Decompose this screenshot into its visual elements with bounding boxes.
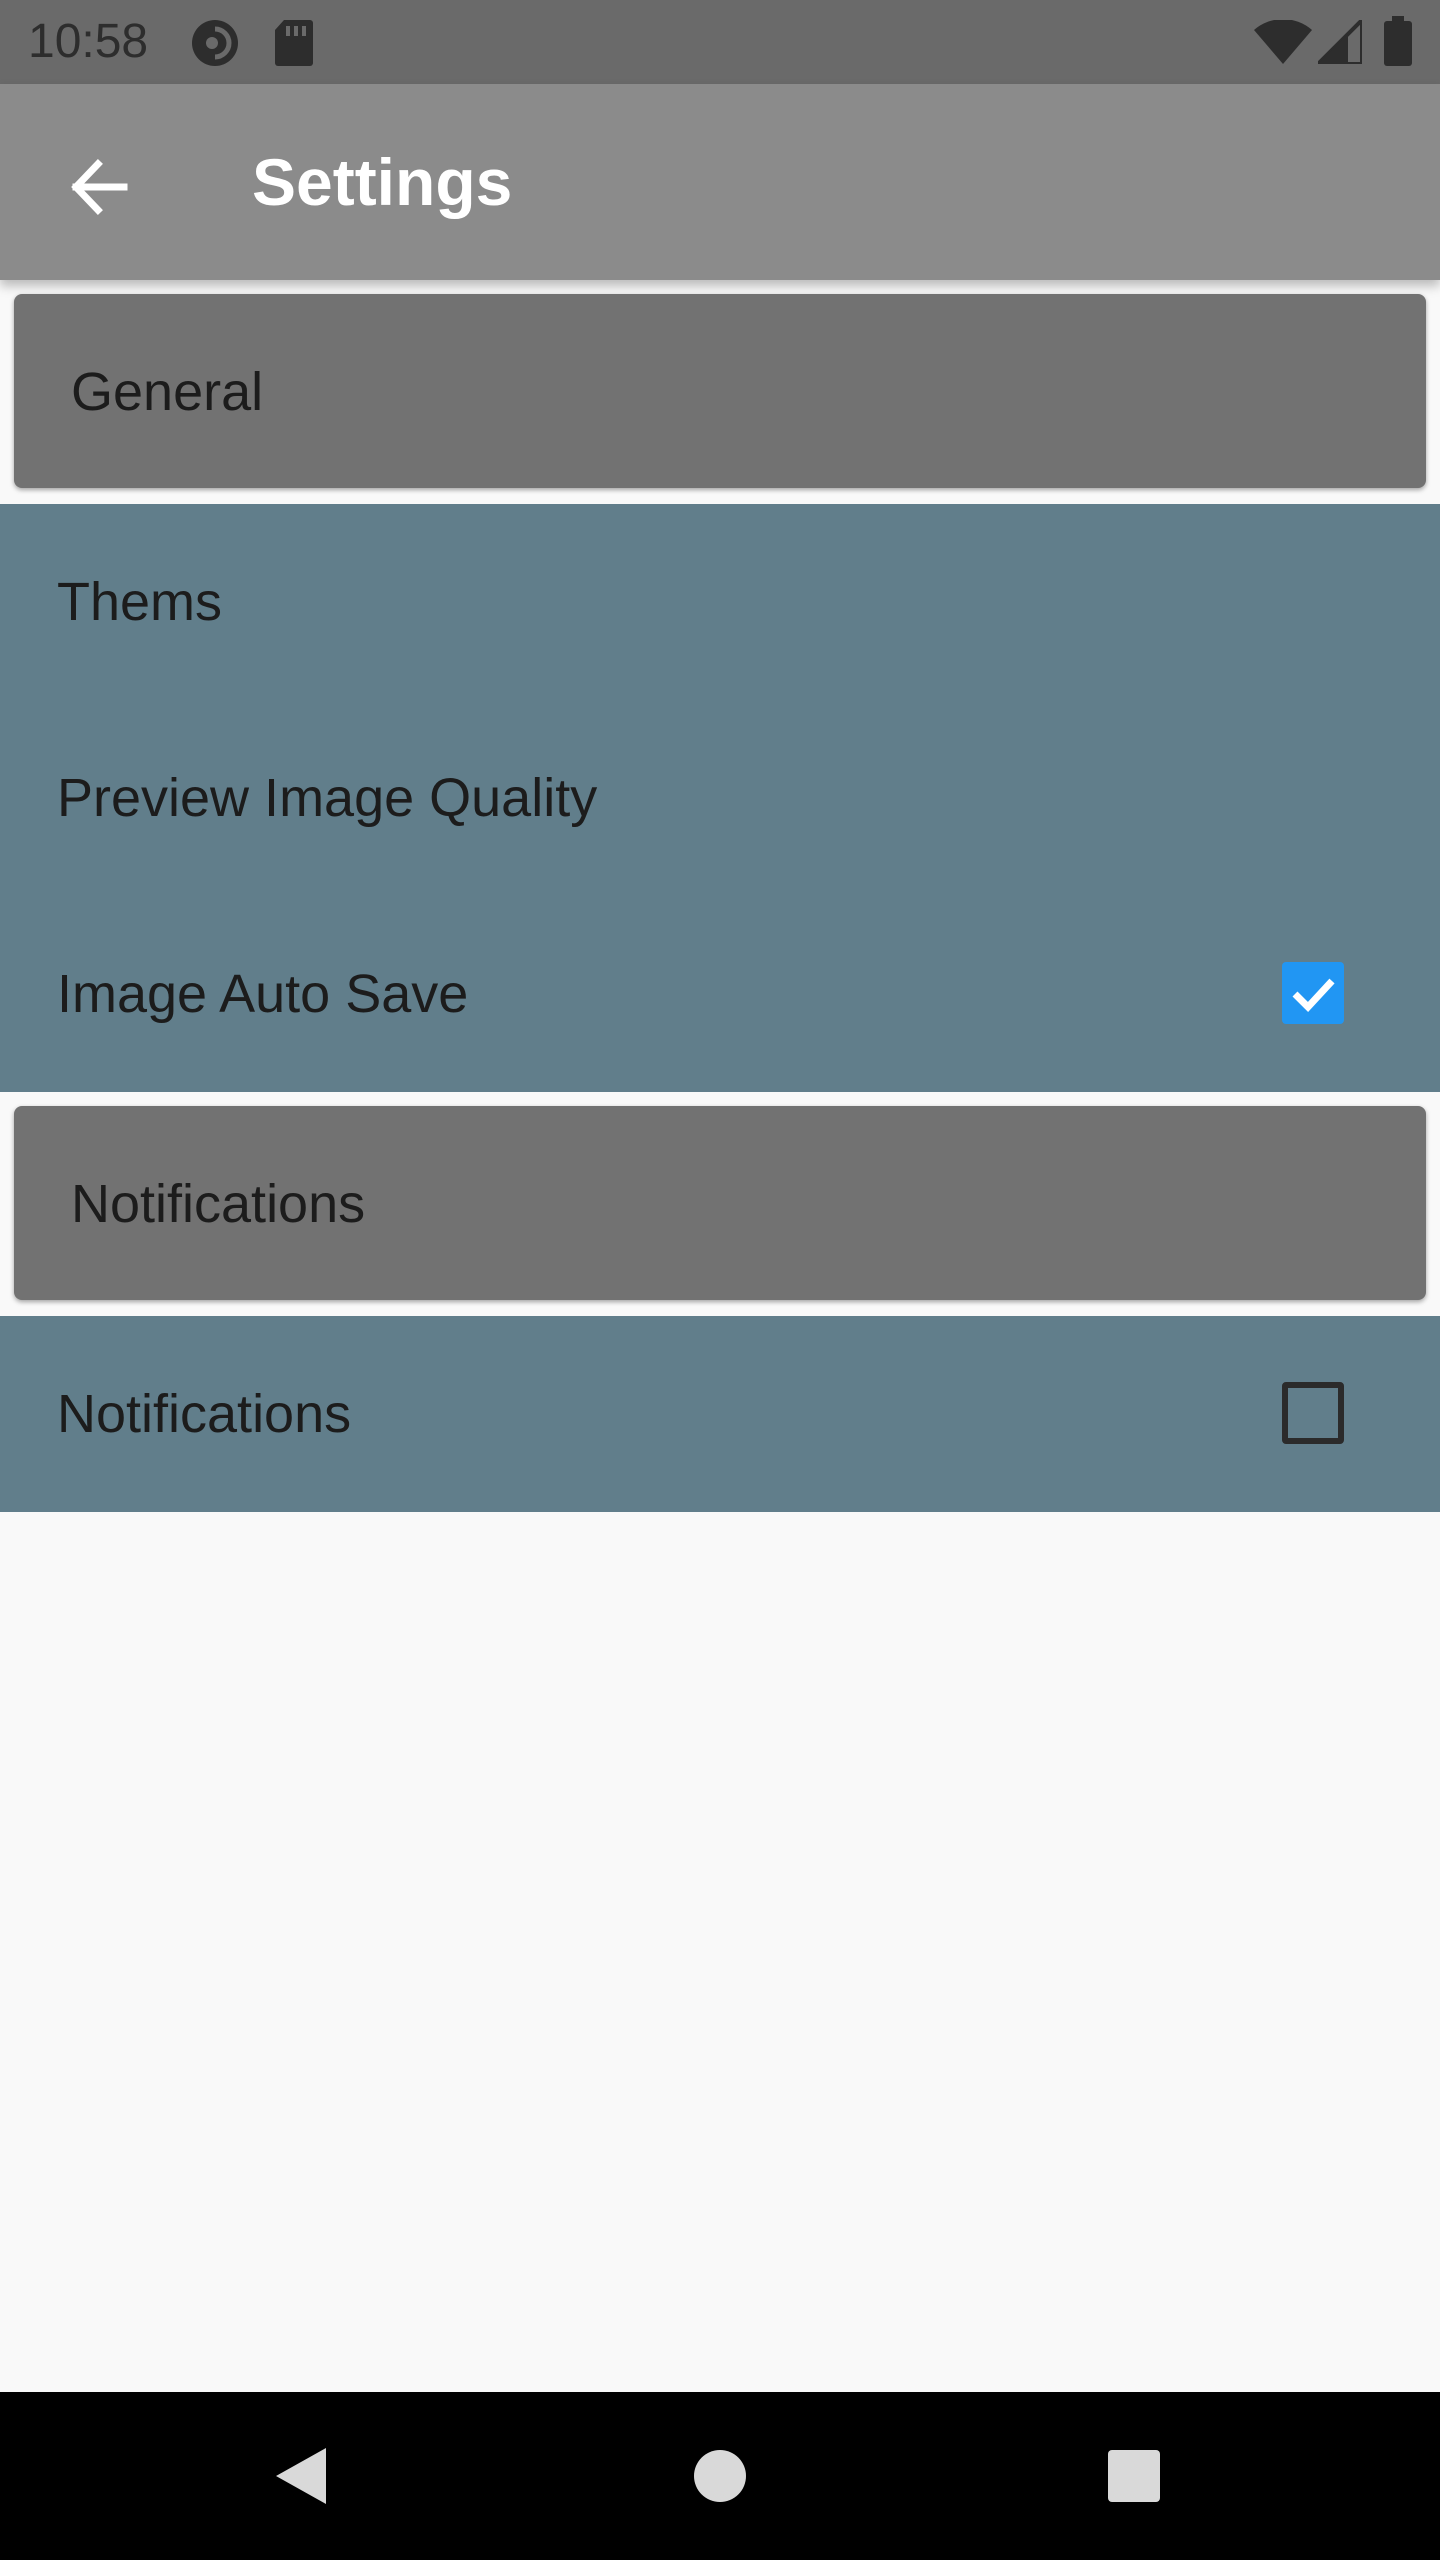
- page-title: Settings: [252, 145, 513, 219]
- section-header-general: General: [14, 294, 1426, 488]
- pref-item-thems[interactable]: Thems: [0, 504, 1440, 700]
- app-bar: Settings: [0, 84, 1440, 280]
- image-auto-save-checkbox[interactable]: [1282, 962, 1344, 1024]
- status-time: 10:58: [28, 15, 149, 68]
- recents-square-icon[interactable]: [1094, 2436, 1174, 2516]
- pref-group-notifications: Notifications: [0, 1316, 1440, 1512]
- pref-item-notifications[interactable]: Notifications: [0, 1316, 1440, 1512]
- cell-signal-icon: [1313, 15, 1364, 69]
- battery-icon: [1384, 16, 1412, 71]
- pref-item-image-auto-save[interactable]: Image Auto Save: [0, 896, 1440, 1092]
- pocket-casts-icon: [190, 18, 240, 73]
- pref-item-preview-image-quality[interactable]: Preview Image Quality: [0, 700, 1440, 896]
- section-header-label: General: [71, 362, 264, 422]
- pref-item-label: Thems: [57, 572, 223, 632]
- pref-group-general: Thems Preview Image Quality Image Auto S…: [0, 504, 1440, 1092]
- checkmark-icon: [1292, 978, 1335, 1013]
- pref-item-label: Preview Image Quality: [57, 768, 598, 828]
- pref-item-label: Notifications: [57, 1384, 352, 1444]
- home-circle-icon[interactable]: [680, 2436, 760, 2516]
- status-bar: 10:58: [0, 0, 1440, 84]
- pref-item-label: Image Auto Save: [57, 964, 469, 1024]
- system-nav-bar: [0, 2392, 1440, 2560]
- section-header-label: Notifications: [71, 1174, 366, 1234]
- settings-screen: 10:58 Settings General Thems Preview Ima…: [0, 0, 1440, 2560]
- section-header-notifications: Notifications: [14, 1106, 1426, 1300]
- wifi-icon: [1254, 19, 1312, 69]
- back-triangle-icon[interactable]: [260, 2436, 340, 2516]
- notifications-checkbox[interactable]: [1282, 1382, 1344, 1444]
- sd-card-icon: [274, 18, 314, 71]
- back-button[interactable]: [44, 138, 152, 234]
